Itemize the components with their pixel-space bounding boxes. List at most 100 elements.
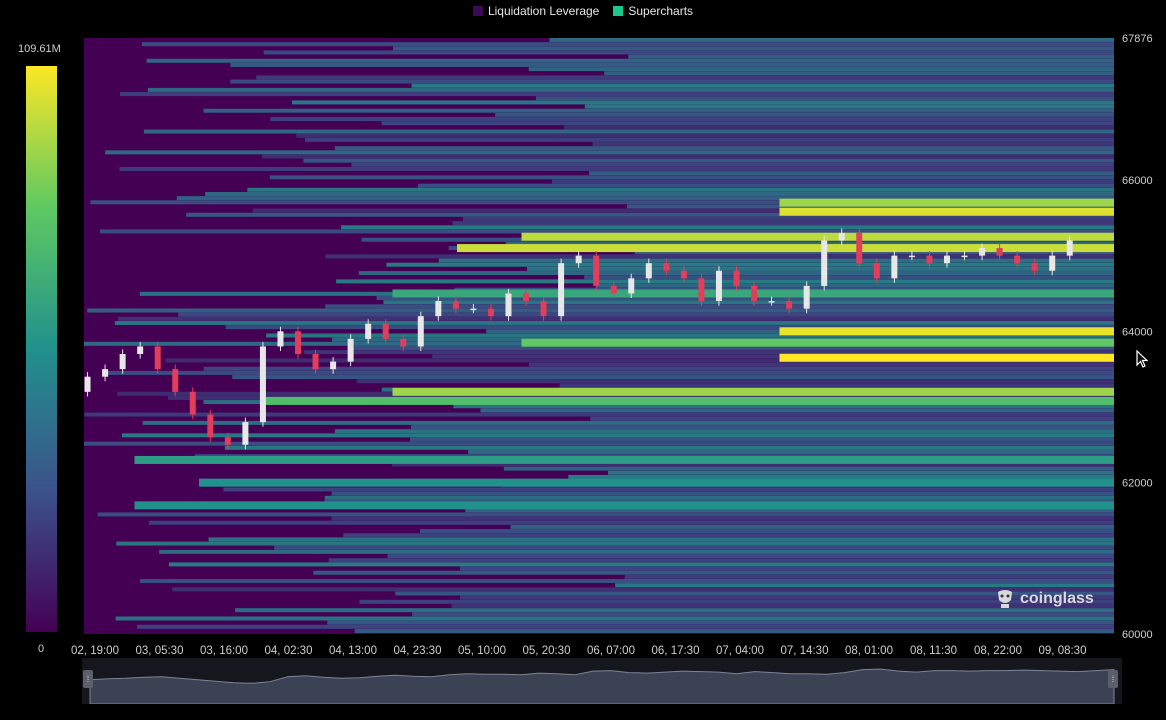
candle-body: [751, 285, 758, 302]
liquidation-band-texture: [412, 612, 1114, 617]
liquidation-band-texture: [119, 92, 1114, 97]
liquidation-band-texture: [274, 545, 1115, 550]
heatmap-chart[interactable]: 67876 66000 64000 62000 60000 02, 19:00 03, 0…: [0, 0, 1166, 720]
liquidation-band-texture: [105, 150, 1115, 155]
liquidation-band-texture: [115, 616, 1114, 621]
candle-body: [873, 263, 880, 279]
y-tick-label: 67876: [1122, 33, 1153, 45]
liquidation-band-texture: [584, 104, 1114, 109]
liquidation-band-texture: [331, 516, 1115, 521]
liquidation-band-texture: [296, 133, 1114, 138]
candle-body: [593, 255, 600, 286]
liquidation-band-texture: [232, 375, 1114, 380]
liquidation-band-texture: [334, 146, 1114, 151]
range-navigator[interactable]: ⁞ ⁞: [82, 658, 1122, 704]
liquidation-band-texture: [230, 79, 1114, 84]
liquidation-band-texture: [584, 275, 1114, 280]
liquidation-band-texture: [256, 75, 1115, 80]
liquidation-band-texture: [386, 262, 1114, 267]
liquidation-band: [199, 478, 1114, 487]
liquidation-band-texture: [420, 529, 1115, 534]
candle-body: [610, 285, 617, 294]
candle-body: [207, 414, 214, 438]
candle-body: [698, 278, 705, 302]
liquidation-band: [134, 455, 1114, 464]
liquidation-band-texture: [549, 37, 1114, 42]
liquidation-band-texture: [535, 96, 1114, 101]
candle-body: [558, 263, 565, 317]
candle-body: [1066, 240, 1073, 256]
candle-body: [172, 369, 179, 392]
y-tick-label: 60000: [1122, 629, 1153, 641]
watermark-text: coinglass: [1020, 590, 1094, 607]
liquidation-band-texture: [313, 570, 1114, 575]
mouse-cursor-icon: [1136, 350, 1149, 368]
liquidation-band-texture: [325, 304, 1115, 309]
navigator-left-handle[interactable]: ⁞: [83, 670, 93, 688]
y-tick-label: 64000: [1122, 326, 1153, 338]
liquidation-band-texture: [205, 191, 1114, 196]
liquidation-band-texture: [121, 433, 1114, 438]
liquidation-band: [779, 198, 1114, 207]
x-tick-label: 03, 05:30: [136, 645, 184, 657]
liquidation-band-texture: [592, 142, 1114, 147]
x-tick-label: 02, 19:00: [71, 645, 119, 657]
liquidation-band: [779, 327, 1114, 336]
candle-body: [435, 301, 442, 317]
liquidation-band-texture: [410, 437, 1114, 442]
liquidation-band-texture: [495, 112, 1114, 117]
liquidation-band-texture: [148, 520, 1115, 525]
liquidation-band-texture: [305, 137, 1114, 142]
candle-body: [470, 308, 477, 311]
liquidation-band-texture: [84, 412, 1115, 417]
liquidation-band-texture: [596, 283, 1114, 288]
x-axis-ticks: 02, 19:00 03, 05:30 03, 16:00 04, 02:30 04, …: [71, 645, 1086, 657]
candle-body: [838, 232, 845, 241]
liquidation-band-texture: [223, 487, 1114, 492]
candle-body: [961, 255, 968, 258]
candle-body: [452, 301, 459, 309]
candle-body: [943, 255, 950, 264]
liquidation-band-texture: [247, 187, 1115, 192]
x-tick-label: 08, 22:00: [974, 645, 1022, 657]
candle-body: [487, 308, 494, 317]
liquidation-band: [779, 353, 1114, 362]
candle-body: [137, 346, 144, 355]
liquidation-band-texture: [387, 554, 1114, 559]
candle-body: [768, 301, 775, 303]
liquidation-band-texture: [203, 366, 1114, 371]
liquidation-band-texture: [137, 624, 1115, 629]
liquidation-band-texture: [564, 125, 1114, 130]
liquidation-band-texture: [528, 362, 1114, 367]
candle-body: [189, 391, 196, 415]
liquidation-band: [134, 501, 1114, 510]
navigator-area: [89, 668, 1115, 704]
liquidation-band-texture: [438, 258, 1114, 263]
x-tick-label: 04, 23:30: [394, 645, 442, 657]
navigator-right-handle[interactable]: ⁞: [1108, 670, 1118, 688]
liquidation-band-texture: [411, 425, 1114, 430]
liquidation-band-texture: [628, 54, 1114, 59]
x-tick-label: 07, 14:30: [781, 645, 829, 657]
candle-body: [1049, 255, 1056, 271]
liquidation-band-texture: [142, 420, 1115, 425]
liquidation-band-texture: [527, 266, 1114, 271]
candle-body: [505, 293, 512, 317]
liquidation-band: [521, 338, 1114, 347]
x-tick-label: 05, 10:00: [458, 645, 506, 657]
candle-body: [84, 376, 91, 392]
liquidation-band-texture: [590, 416, 1114, 421]
coinglass-logo-icon: [998, 590, 1012, 608]
liquidation-band-texture: [503, 466, 1114, 471]
x-tick-label: 04, 13:00: [329, 645, 377, 657]
candle-body: [1031, 263, 1038, 271]
liquidation-band-texture: [141, 42, 1115, 47]
liquidation-band-texture: [114, 320, 1114, 325]
candle-body: [575, 255, 582, 264]
liquidation-band-texture: [147, 87, 1114, 92]
candle-body: [154, 346, 161, 370]
liquidation-band-texture: [291, 100, 1114, 105]
liquidation-band: [521, 232, 1114, 241]
liquidation-band-texture: [615, 583, 1114, 588]
candle-body: [523, 293, 530, 302]
